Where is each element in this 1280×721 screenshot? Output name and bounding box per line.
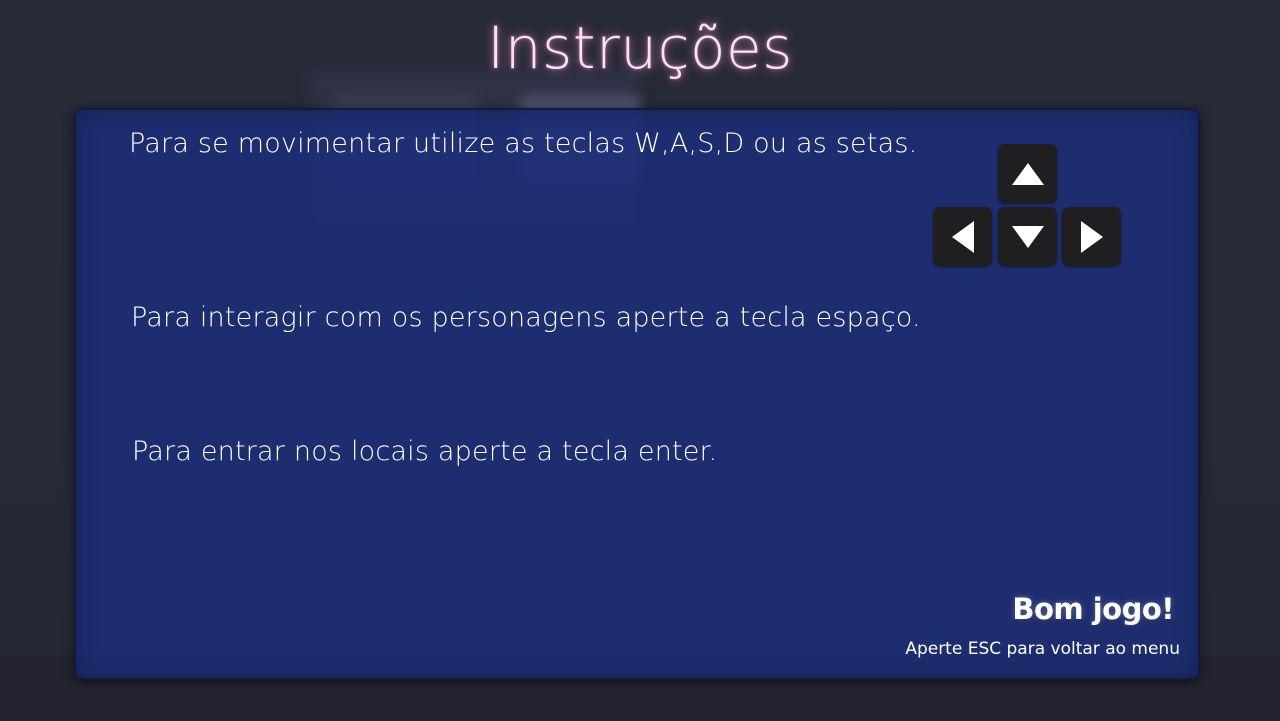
greeting-text: Bom jogo! <box>1012 592 1174 626</box>
arrow-up-key <box>998 144 1057 203</box>
movement-instruction: Para se movimentar utilize as teclas W,A… <box>129 128 918 159</box>
instructions-screen: Instruções Para se movimentar utilize as… <box>0 0 1280 721</box>
arrow-left-key <box>933 207 992 266</box>
arrow-right-key <box>1062 207 1121 266</box>
enter-instruction: Para entrar nos locais aperte a tecla en… <box>132 436 718 467</box>
instructions-panel: Para se movimentar utilize as teclas W,A… <box>74 108 1200 680</box>
arrow-up-icon <box>1011 162 1044 185</box>
interact-instruction: Para interagir com os personagens aperte… <box>131 302 921 333</box>
esc-hint: Aperte ESC para voltar ao menu <box>905 639 1180 659</box>
arrow-left-icon <box>951 220 974 253</box>
page-title: Instruções <box>487 14 793 82</box>
arrow-down-key <box>998 207 1057 266</box>
arrow-right-icon <box>1080 220 1103 253</box>
arrow-down-icon <box>1011 225 1044 248</box>
